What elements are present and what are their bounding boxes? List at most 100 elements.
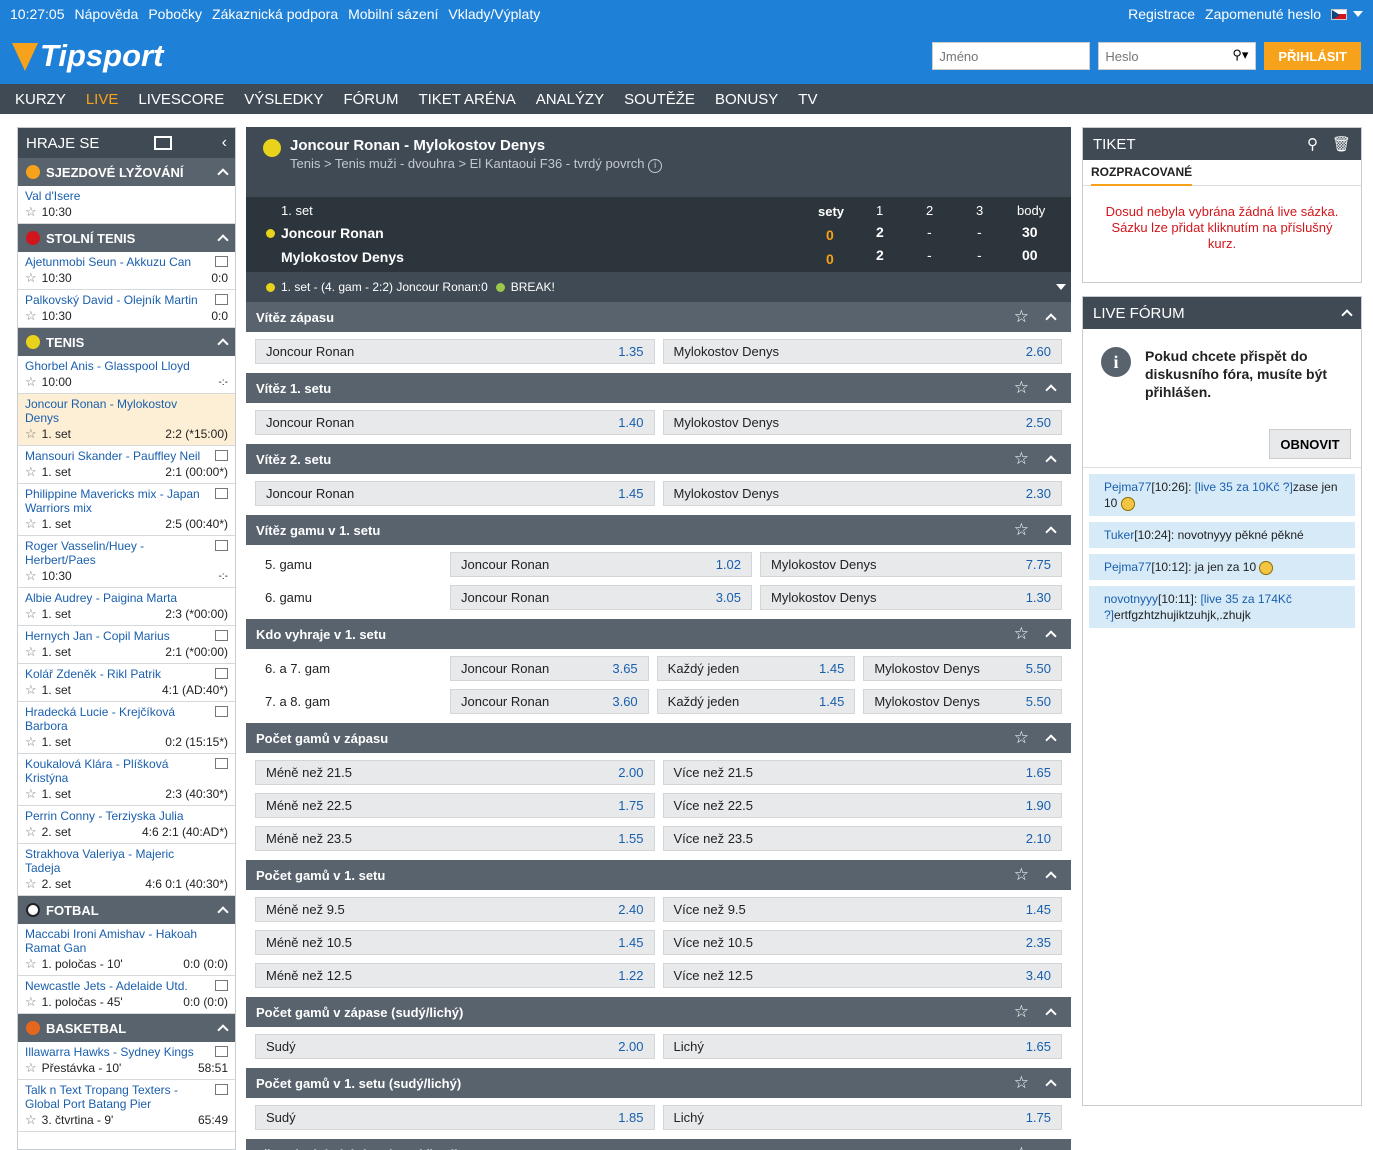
live-match[interactable]: Hradecká Lucie - Krejčíková Barbora ☆ 1. s… — [18, 702, 235, 754]
match-name[interactable]: Perrin Conny - Terziyska Julia — [25, 809, 228, 823]
favorite-star-icon[interactable]: ☆ — [25, 308, 37, 324]
odds-button[interactable]: Joncour Ronan 3.65 — [450, 656, 649, 681]
live-match[interactable]: Ajetunmobi Seun - Akkuzu Can ☆ 10:30 0:0 — [18, 252, 235, 290]
forum-bet-link[interactable]: [live 35 za 10Kč ?] — [1195, 480, 1293, 494]
tv-icon[interactable] — [215, 758, 228, 769]
odds-button[interactable]: Mylokostov Denys 2.50 — [662, 410, 1062, 435]
odds-button[interactable]: Lichý 1.65 — [662, 1034, 1062, 1059]
sport-header[interactable]: SJEZDOVÉ LYŽOVÁNÍ — [18, 158, 235, 186]
logo[interactable]: Tipsport — [12, 38, 163, 74]
info-icon[interactable]: i — [648, 159, 663, 173]
key-icon[interactable]: ⚲▾ — [1232, 47, 1248, 63]
market-header[interactable]: Počet gamů v 1. setu (sudý/lichý) ☆ — [246, 1068, 1071, 1098]
nav-forum[interactable]: FÓRUM — [343, 91, 398, 108]
favorite-star-icon[interactable]: ☆ — [1014, 1002, 1029, 1022]
odds-button[interactable]: Více než 23.5 2.10 — [662, 826, 1062, 851]
market-header[interactable]: Počet gamů v zápase (sudý/lichý) ☆ — [246, 997, 1071, 1027]
odds-button[interactable]: Mylokostov Denys 7.75 — [760, 552, 1062, 577]
language-selector[interactable] — [1331, 8, 1363, 20]
favorite-star-icon[interactable]: ☆ — [25, 426, 37, 442]
favorite-star-icon[interactable]: ☆ — [25, 1112, 37, 1128]
topbar-link-help[interactable]: Nápověda — [75, 6, 139, 22]
topbar-link-support[interactable]: Zákaznická podpora — [212, 6, 338, 22]
favorite-star-icon[interactable]: ☆ — [25, 644, 37, 660]
tv-icon[interactable] — [215, 256, 228, 267]
chevron-up-icon[interactable] — [217, 1024, 229, 1036]
match-name[interactable]: Palkovský David - Olejník Martin — [25, 293, 228, 307]
chevron-up-icon[interactable] — [1045, 313, 1057, 325]
sport-header[interactable]: BASKETBAL — [18, 1014, 235, 1042]
tv-icon[interactable] — [215, 450, 228, 461]
odds-button[interactable]: Joncour Ronan 1.35 — [255, 339, 655, 364]
favorite-star-icon[interactable]: ☆ — [25, 464, 37, 480]
odds-button[interactable]: Mylokostov Denys 2.60 — [662, 339, 1062, 364]
odds-button[interactable]: Méně než 21.5 2.00 — [255, 760, 655, 785]
favorite-star-icon[interactable]: ☆ — [1014, 449, 1029, 469]
chevron-up-icon[interactable] — [217, 234, 229, 246]
market-header[interactable]: Počet gamů v zápasu ☆ — [246, 723, 1071, 753]
tv-icon[interactable] — [215, 1084, 228, 1095]
topbar-link-mobile[interactable]: Mobilní sázení — [348, 6, 438, 22]
nav-analyzy[interactable]: ANALÝZY — [536, 91, 604, 108]
live-match[interactable]: Roger Vasselin/Huey - Herbert/Paes ☆ 10:30… — [18, 536, 235, 588]
live-match[interactable]: Maccabi Ironi Amishav - Hakoah Ramat Gan… — [18, 924, 235, 976]
nav-souteze[interactable]: SOUTĚŽE — [624, 91, 695, 108]
odds-button[interactable]: Joncour Ronan 1.45 — [255, 481, 655, 506]
odds-button[interactable]: Méně než 9.5 2.40 — [255, 897, 655, 922]
collapse-forum-icon[interactable] — [1341, 309, 1353, 321]
forgot-password-link[interactable]: Zapomenuté heslo — [1205, 6, 1321, 22]
favorite-star-icon[interactable]: ☆ — [25, 606, 37, 622]
ticket-tab-draft[interactable]: ROZPRACOVANÉ — [1083, 160, 1361, 186]
chevron-up-icon[interactable] — [217, 168, 229, 180]
live-match[interactable]: Philippine Mavericks mix - Japan Warrior… — [18, 484, 235, 536]
chevron-up-icon[interactable] — [1045, 384, 1057, 396]
live-match[interactable]: Palkovský David - Olejník Martin ☆ 10:30 0:… — [18, 290, 235, 328]
match-name[interactable]: Ghorbel Anis - Glasspool Lloyd — [25, 359, 228, 373]
favorite-star-icon[interactable]: ☆ — [1014, 624, 1029, 644]
market-header[interactable]: Vítěz 1. setu ☆ — [246, 373, 1071, 403]
trash-icon[interactable]: 🗑 — [1332, 135, 1351, 153]
chevron-up-icon[interactable] — [1045, 1008, 1057, 1020]
forum-user[interactable]: Tuker — [1104, 528, 1134, 542]
favorite-star-icon[interactable]: ☆ — [25, 994, 37, 1010]
favorite-star-icon[interactable]: ☆ — [25, 568, 37, 584]
favorite-star-icon[interactable]: ☆ — [25, 374, 37, 390]
match-name[interactable]: Philippine Mavericks mix - Japan Warrior… — [25, 487, 228, 515]
odds-button[interactable]: Každý jeden 1.45 — [656, 689, 856, 714]
favorite-star-icon[interactable]: ☆ — [25, 1060, 37, 1076]
nav-vysledky[interactable]: VÝSLEDKY — [244, 91, 323, 108]
chevron-up-icon[interactable] — [1045, 630, 1057, 642]
tv-icon[interactable] — [215, 706, 228, 717]
collapse-sidebar-icon[interactable]: ‹ — [222, 134, 227, 152]
match-name[interactable]: Koukalová Klára - Plíšková Kristýna — [25, 757, 228, 785]
odds-button[interactable]: Sudý 2.00 — [255, 1034, 655, 1059]
live-match[interactable]: Albie Audrey - Paigina Marta ☆ 1. set 2:3 (… — [18, 588, 235, 626]
chevron-up-icon[interactable] — [1045, 526, 1057, 538]
odds-button[interactable]: Mylokostov Denys 1.30 — [760, 585, 1062, 610]
live-match[interactable]: Talk n Text Tropang Texters - Global Por… — [18, 1080, 235, 1132]
live-match[interactable]: Koukalová Klára - Plíšková Kristýna ☆ 1. s… — [18, 754, 235, 806]
sport-header[interactable]: FOTBAL — [18, 896, 235, 924]
match-name[interactable]: Maccabi Ironi Amishav - Hakoah Ramat Gan — [25, 927, 228, 955]
match-name[interactable]: Albie Audrey - Paigina Marta — [25, 591, 228, 605]
tv-filter-icon[interactable] — [153, 136, 172, 150]
favorite-star-icon[interactable]: ☆ — [25, 734, 37, 750]
odds-button[interactable]: Joncour Ronan 3.60 — [450, 689, 649, 714]
nav-tiket-arena[interactable]: TIKET ARÉNA — [418, 91, 515, 108]
odds-button[interactable]: Více než 22.5 1.90 — [662, 793, 1062, 818]
match-name[interactable]: Illawarra Hawks - Sydney Kings — [25, 1045, 228, 1059]
topbar-link-deposits[interactable]: Vklady/Výplaty — [448, 6, 540, 22]
live-match[interactable]: Kolář Zdeněk - Rikl Patrik ☆ 1. set 4:1 (AD… — [18, 664, 235, 702]
match-name[interactable]: Strakhova Valeriya - Majeric Tadeja — [25, 847, 228, 875]
refresh-button[interactable]: OBNOVIT — [1269, 429, 1351, 459]
chevron-up-icon[interactable] — [217, 906, 229, 918]
nav-live[interactable]: LIVE — [86, 91, 119, 108]
odds-button[interactable]: Každý jeden 1.45 — [656, 656, 856, 681]
favorite-star-icon[interactable]: ☆ — [25, 204, 37, 220]
favorite-star-icon[interactable]: ☆ — [1014, 520, 1029, 540]
pin-icon[interactable]: ⚲ — [1307, 135, 1318, 153]
odds-button[interactable]: Joncour Ronan 1.40 — [255, 410, 655, 435]
match-name[interactable]: Mansouri Skander - Pauffley Neil — [25, 449, 228, 463]
forum-user[interactable]: Pejma77 — [1104, 480, 1151, 494]
favorite-star-icon[interactable]: ☆ — [1014, 307, 1029, 327]
